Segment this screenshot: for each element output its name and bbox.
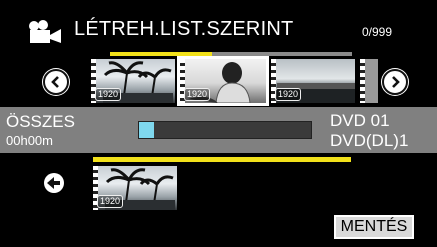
- resolution-badge: 1920: [275, 88, 302, 101]
- selection-indicator-bar: [110, 52, 212, 56]
- chevron-left-icon: [51, 76, 59, 88]
- next-page-button[interactable]: [382, 69, 408, 95]
- playlist-thumbnail[interactable]: 1920: [93, 166, 177, 210]
- scene-thumbnail-selected[interactable]: 1920: [177, 56, 269, 106]
- total-time: 00h00m: [6, 133, 53, 148]
- scene-thumbnail-partial[interactable]: [360, 59, 378, 103]
- scene-thumbnail[interactable]: 1920: [91, 59, 175, 103]
- playlist-counter: 0/999: [362, 25, 393, 39]
- back-button[interactable]: [43, 172, 65, 194]
- resolution-badge: 1920: [97, 195, 124, 208]
- film-edge: [360, 59, 365, 103]
- chevron-right-icon: [392, 76, 400, 88]
- scene-thumbnail[interactable]: 1920: [271, 59, 355, 103]
- disc-usage-track: [138, 121, 312, 139]
- resolution-badge: 1920: [95, 88, 122, 101]
- movie-camera-icon: [29, 20, 61, 43]
- disc-type-label: DVD(DL)1: [330, 131, 409, 150]
- playlist-indicator-bar: [93, 157, 351, 162]
- screen-title: LÉTREH.LIST.SZERINT: [74, 18, 294, 40]
- save-button[interactable]: MENTÉS: [333, 214, 415, 240]
- disc-count-label: DVD 01: [330, 111, 390, 130]
- back-arrow-icon: [44, 173, 64, 193]
- total-label: ÖSSZES: [6, 112, 75, 131]
- strip-position-bar: [212, 52, 352, 56]
- disc-usage-fill: [139, 122, 154, 138]
- prev-page-button[interactable]: [43, 69, 69, 95]
- resolution-badge: 1920: [184, 88, 211, 101]
